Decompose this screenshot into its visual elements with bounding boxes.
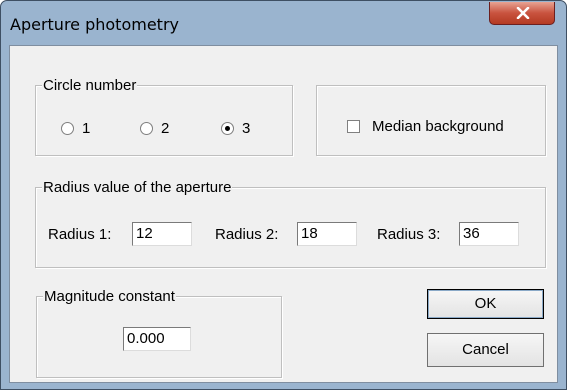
radio-selected-dot: [225, 126, 230, 131]
radius-group-label: Radius value of the aperture: [42, 179, 233, 196]
circle-number-group: Circle number 1 2 3: [35, 77, 293, 156]
magnitude-constant-label: Magnitude constant: [43, 288, 176, 305]
radio-circle-3[interactable]: [221, 122, 234, 135]
radio-circle-1[interactable]: [61, 122, 74, 135]
radius-2-label: Radius 2:: [215, 226, 279, 243]
circle-number-label: Circle number: [42, 77, 138, 94]
radio-circle-1-label: 1: [82, 120, 91, 137]
dialog-window: Aperture photometry Circle number 1 2 3 …: [0, 0, 567, 390]
radio-circle-3-label: 3: [242, 120, 251, 137]
radius-3-label: Radius 3:: [377, 226, 441, 243]
median-background-label: Median background: [372, 118, 504, 135]
radius-1-label: Radius 1:: [48, 226, 112, 243]
window-title: Aperture photometry: [10, 15, 179, 34]
radius-3-input[interactable]: 36: [459, 222, 519, 246]
radius-1-input[interactable]: 12: [132, 222, 192, 246]
magnitude-constant-group: Magnitude constant 0.000: [36, 288, 282, 378]
ok-button[interactable]: OK: [427, 289, 544, 319]
radius-2-input[interactable]: 18: [297, 222, 357, 246]
dialog-client-area: Circle number 1 2 3 Median background Ra…: [9, 45, 558, 383]
close-icon: [516, 7, 530, 19]
radio-circle-2[interactable]: [140, 122, 153, 135]
radius-group: Radius value of the aperture Radius 1: 1…: [35, 179, 546, 268]
median-background-checkbox[interactable]: [347, 120, 360, 133]
median-background-group: Median background: [316, 85, 546, 156]
cancel-button[interactable]: Cancel: [427, 333, 544, 367]
magnitude-constant-input[interactable]: 0.000: [123, 327, 191, 351]
radio-circle-2-label: 2: [161, 120, 170, 137]
close-button[interactable]: [489, 2, 555, 25]
title-bar[interactable]: Aperture photometry: [1, 1, 566, 45]
